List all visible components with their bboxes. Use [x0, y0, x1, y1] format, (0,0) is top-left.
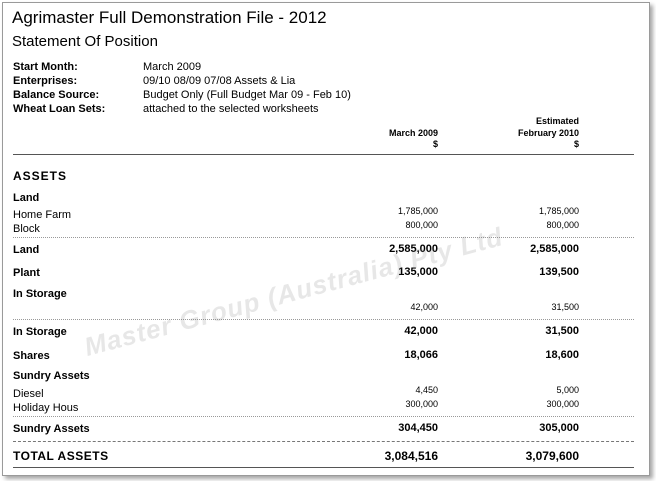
group-heading-land: Land — [13, 192, 40, 204]
row-label-block: Block — [13, 223, 40, 235]
row-value2-total-assets: 3,079,600 — [525, 449, 579, 463]
row-value1-sundry-total: 304,450 — [398, 422, 438, 434]
row-label-shares: Shares — [13, 350, 50, 362]
header-rule — [13, 154, 634, 155]
row-value2-shares: 18,600 — [545, 349, 579, 361]
divider-storage — [13, 319, 634, 320]
meta-value-start-month: March 2009 — [143, 61, 202, 73]
row-value1-total-assets: 3,084,516 — [384, 449, 438, 463]
row-value2-holiday-hous: 300,000 — [546, 399, 579, 409]
row-label-total-assets: TOTAL ASSETS — [13, 449, 109, 463]
group-heading-sundry: Sundry Assets — [13, 370, 90, 382]
meta-value-enterprises: 09/10 08/09 07/08 Assets & Lia — [143, 75, 296, 87]
row-label-sundry-total: Sundry Assets — [13, 423, 90, 435]
row-value2-plant: 139,500 — [539, 266, 579, 278]
row-label-holiday-hous: Holiday Hous — [13, 402, 79, 414]
row-label-plant: Plant — [13, 267, 40, 279]
meta-label-enterprises: Enterprises: — [13, 75, 78, 87]
col2-header-unit: $ — [573, 139, 579, 149]
row-value1-shares: 18,066 — [404, 349, 438, 361]
divider-land — [13, 237, 634, 238]
col2-header-estimated: Estimated — [535, 116, 579, 126]
section-title-assets: ASSETS — [13, 169, 68, 183]
report-page: Agrimaster Full Demonstration File - 201… — [2, 2, 650, 476]
row-value1-holiday-hous: 300,000 — [405, 399, 438, 409]
col1-header-date: March 2009 — [388, 128, 438, 138]
row-value1-block: 800,000 — [405, 220, 438, 230]
row-value1-storage-item: 42,000 — [410, 302, 438, 312]
row-label-storage-total: In Storage — [13, 326, 67, 338]
watermark: Master Group (Australia) Pty Ltd — [81, 221, 507, 362]
meta-label-balance-source: Balance Source: — [13, 89, 100, 101]
row-label-home-farm: Home Farm — [13, 209, 72, 221]
row-value1-home-farm: 1,785,000 — [397, 206, 438, 216]
row-label-land-total: Land — [13, 244, 40, 256]
col1-header-unit: $ — [432, 139, 438, 149]
divider-total — [13, 441, 634, 442]
row-value2-sundry-total: 305,000 — [539, 422, 579, 434]
row-value1-diesel: 4,450 — [415, 385, 438, 395]
report-subtitle: Statement Of Position — [12, 33, 158, 50]
meta-value-wheat-loan: attached to the selected worksheets — [143, 103, 319, 115]
col2-header-date: February 2010 — [517, 128, 579, 138]
divider-sundry — [13, 416, 634, 417]
bottom-rule — [13, 467, 634, 468]
meta-value-balance-source: Budget Only (Full Budget Mar 09 - Feb 10… — [143, 89, 351, 101]
row-value2-storage-item: 31,500 — [551, 302, 579, 312]
row-value2-storage-total: 31,500 — [545, 325, 579, 337]
row-value2-home-farm: 1,785,000 — [538, 206, 579, 216]
meta-label-wheat-loan: Wheat Loan Sets: — [13, 103, 106, 115]
row-label-diesel: Diesel — [13, 388, 44, 400]
meta-label-start-month: Start Month: — [13, 61, 78, 73]
group-heading-in-storage: In Storage — [13, 288, 67, 300]
row-value2-diesel: 5,000 — [556, 385, 579, 395]
report-title: Agrimaster Full Demonstration File - 201… — [12, 8, 327, 27]
row-value1-storage-total: 42,000 — [404, 325, 438, 337]
